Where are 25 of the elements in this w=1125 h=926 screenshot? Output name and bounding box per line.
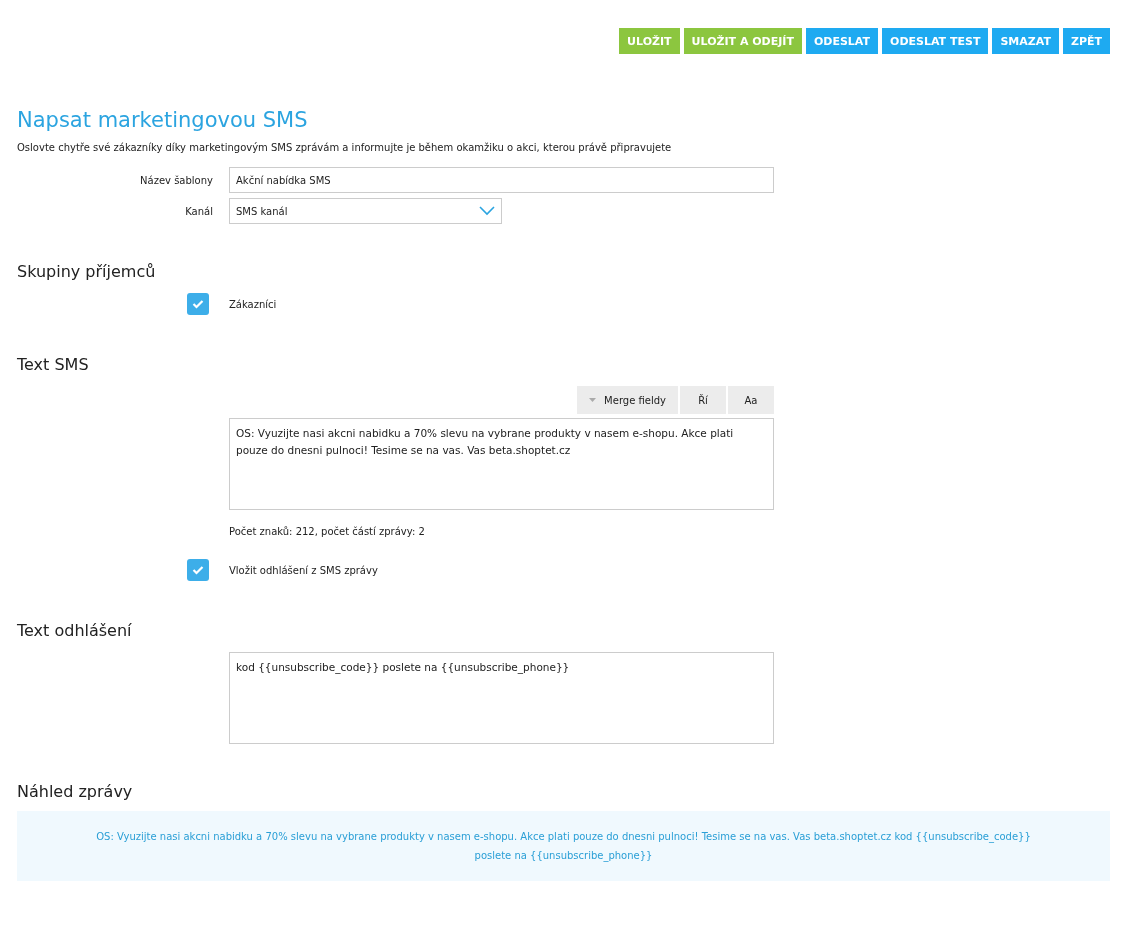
unsubscribe-text-field[interactable]: kod {{unsubscribe_code}} poslete na {{unsubscribe_phone}} (229, 652, 774, 744)
sms-text-field[interactable]: OS: Vyuzijte nasi akcni nabidku a 70% slevu na vybrane produkty v nasem e-shopu. Akce plati pouze do dnesni pulnoci! Tesime se na vas. Vas beta.shoptet.cz (229, 418, 774, 510)
section-heading: Text SMS (17, 355, 90, 374)
checkbox[interactable] (187, 559, 209, 581)
section-heading: Náhled zprávy (17, 782, 134, 801)
checkbox-label: Vložit odhlášení z SMS zprávy (229, 564, 378, 576)
message-preview: OS: Vyuzijte nasi akcni nabidku a 70% slevu na vybrane produkty v nasem e-shopu. Akce plati pouze do dnesni pulnoci! Tesime se na vas. Vas beta.shoptet.cz kod {{unsubscribe_code}} poslete na {{unsubscribe_phone}} (17, 811, 1110, 881)
checkmark-icon (192, 299, 204, 309)
channel-dropdown[interactable]: SMS kanál (229, 198, 502, 224)
checkbox-label: Zákazníci (229, 298, 277, 310)
template-name-field[interactable]: Akční nabídka SMS (229, 167, 774, 193)
editor-button[interactable]: Ří (680, 386, 726, 414)
field-label: Kanál (184, 205, 214, 217)
page-description: Oslovte chytře své zákazníky díky marketingovým SMS zprávám a informujte je během okamžiku o akci, kterou právě připravujete (17, 142, 673, 153)
caret-icon (589, 398, 597, 402)
checkbox[interactable] (187, 293, 209, 315)
character-count: Počet znaků: 212, počet částí zprávy: 2 (229, 526, 426, 537)
editor-button[interactable]: Aa (728, 386, 774, 414)
section-heading: Skupiny příjemců (17, 262, 157, 281)
section-heading: Text odhlášení (17, 621, 133, 640)
field-label: Název šablony (139, 174, 214, 186)
page-title: Napsat marketingovou SMS (17, 108, 309, 132)
checkmark-icon (192, 565, 204, 575)
merge-fields-button[interactable]: Merge fieldy (577, 386, 678, 414)
chevron-down-icon (479, 206, 495, 216)
